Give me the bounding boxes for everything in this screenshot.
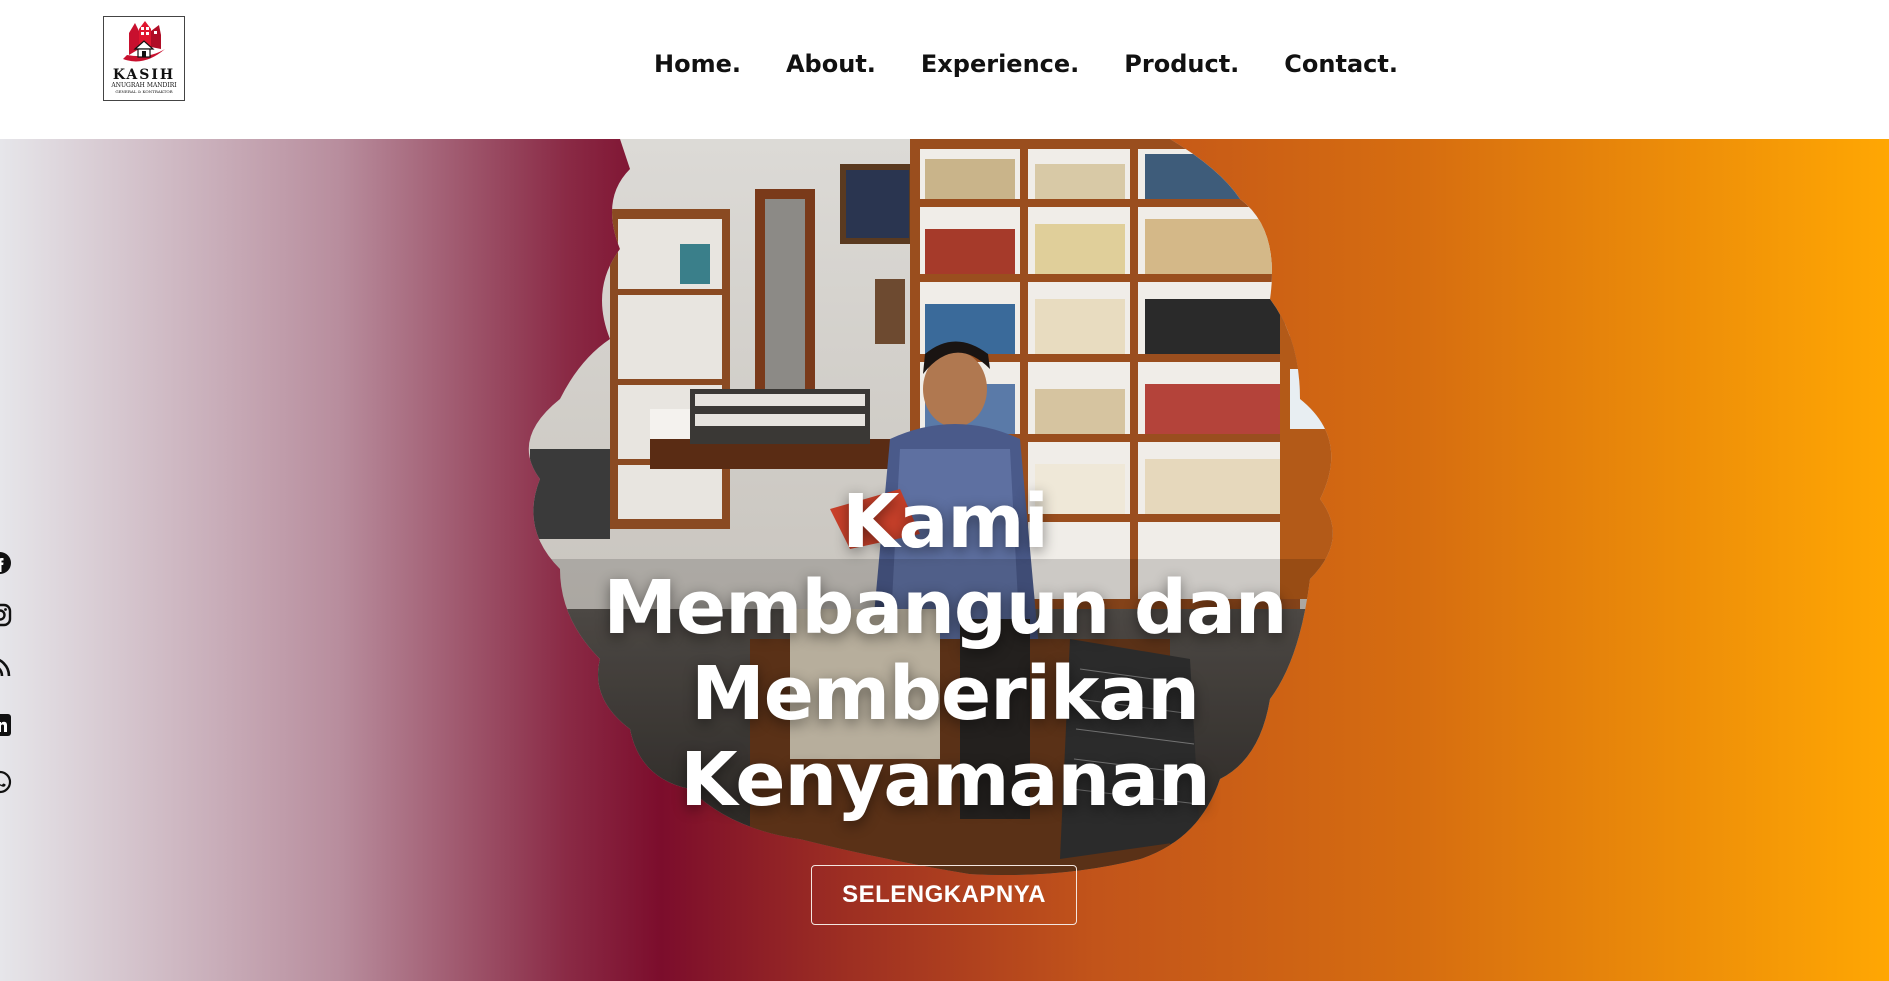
facebook-icon[interactable] [0,551,12,575]
hero-title-line-4: Kenyamanan [680,737,1210,823]
logo-subtitle: ANUGRAH MANDIRI [111,82,177,89]
page: KASIH ANUGRAH MANDIRI GENERAL & KONTRAKT… [0,0,1889,981]
rss-icon[interactable] [0,655,12,679]
logo-tagline: GENERAL & KONTRAKTOR [115,89,173,94]
brand-logo[interactable]: KASIH ANUGRAH MANDIRI GENERAL & KONTRAKT… [103,16,185,101]
hero-section: Kami Membangun dan Memberikan Kenyamanan… [0,139,1889,981]
site-header: KASIH ANUGRAH MANDIRI GENERAL & KONTRAKT… [0,0,1889,139]
hero-title-line-2: Membangun dan [603,565,1287,651]
selengkapnya-button[interactable]: SELENGKAPNYA [811,865,1077,925]
nav-experience[interactable]: Experience. [921,48,1079,80]
nav-home[interactable]: Home. [654,48,741,80]
logo-title: KASIH [112,67,176,83]
hero-title-line-1: Kami [842,479,1049,565]
hero-title: Kami Membangun dan Memberikan Kenyamanan [560,479,1330,823]
hero-title-line-3: Memberikan [691,651,1200,737]
whatsapp-icon[interactable] [0,770,12,794]
linkedin-icon[interactable] [0,713,12,737]
instagram-icon[interactable] [0,603,12,627]
house-logo-icon [123,21,165,62]
nav-about[interactable]: About. [786,48,876,80]
nav-contact[interactable]: Contact. [1284,48,1398,80]
nav-product[interactable]: Product. [1124,48,1239,80]
main-nav: Home. About. Experience. Product. Contac… [654,48,1398,80]
